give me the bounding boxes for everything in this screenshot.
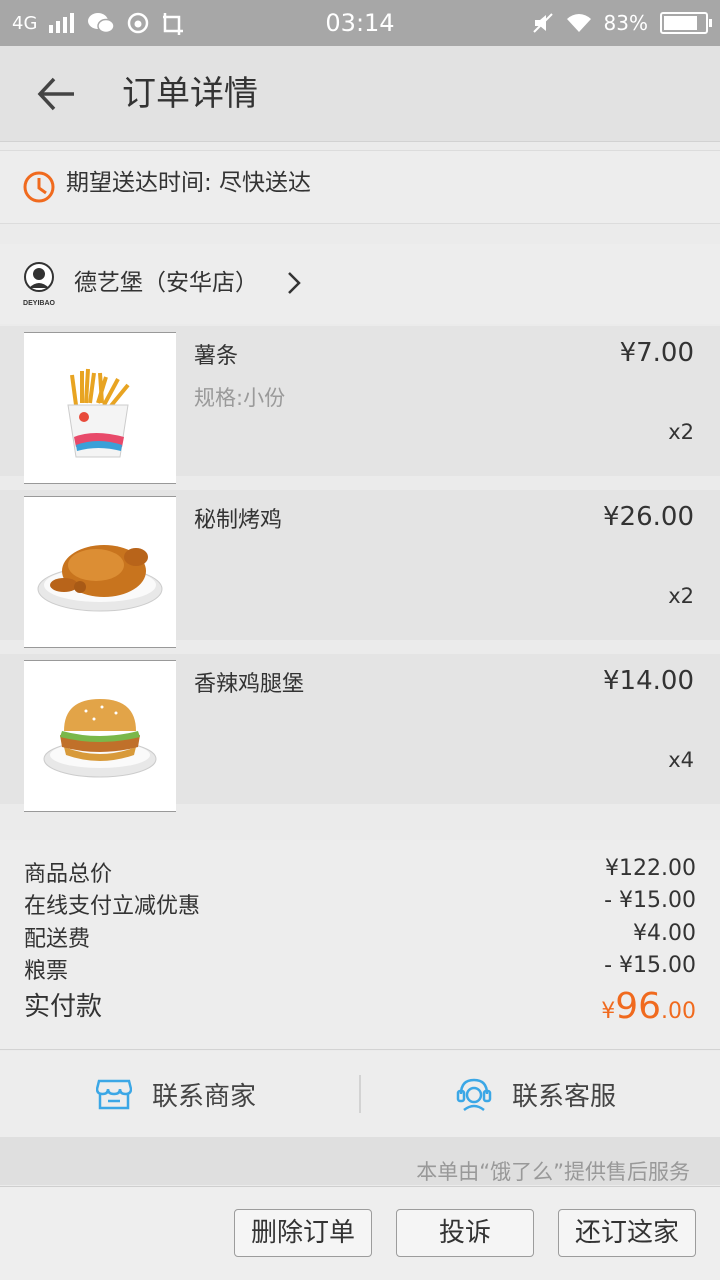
order-item[interactable]: 秘制烤鸡 ¥26.00 x2	[0, 490, 720, 648]
paid-decimal: .00	[661, 999, 696, 1024]
back-arrow-icon[interactable]	[34, 74, 78, 114]
goods-total-label: 商品总价	[24, 862, 113, 887]
delete-order-button[interactable]: 删除订单	[234, 1209, 372, 1257]
wifi-icon	[566, 14, 591, 32]
battery-level	[664, 16, 698, 30]
status-right: 83%	[532, 0, 712, 46]
page-title: 订单详情	[122, 74, 258, 114]
order-item[interactable]: 薯条 规格:小份 ¥7.00 x2	[0, 326, 720, 484]
item-quantity: x4	[668, 748, 694, 772]
shop-logo: DEYIBAO	[23, 262, 55, 307]
shop-row[interactable]: DEYIBAO 德艺堡（安华店）	[0, 244, 720, 324]
item-name: 薯条	[194, 344, 239, 369]
coupon-value: - ¥15.00	[604, 953, 696, 978]
reorder-button[interactable]: 还订这家	[558, 1209, 696, 1257]
clock-icon	[23, 171, 55, 203]
contact-merchant-button[interactable]: 联系商家	[96, 1051, 256, 1137]
customer-service-icon	[456, 1078, 492, 1112]
status-bar: 4G 03:14 83%	[0, 0, 720, 46]
complain-button[interactable]: 投诉	[396, 1209, 534, 1257]
item-quantity: x2	[668, 420, 694, 444]
shop-name[interactable]: 德艺堡（安华店）	[74, 244, 258, 324]
battery-percent: 83%	[603, 11, 648, 35]
delivery-time-row: 期望送达时间: 尽快送达	[0, 150, 720, 224]
discount-row: 在线支付立减优惠 - ¥15.00	[24, 888, 696, 920]
item-price: ¥26.00	[603, 502, 694, 532]
contact-bar: 联系商家 联系客服	[0, 1051, 720, 1137]
contact-merchant-label: 联系商家	[152, 1081, 257, 1112]
price-summary: 商品总价 ¥122.00 在线支付立减优惠 - ¥15.00 配送费 ¥4.00…	[0, 840, 720, 1050]
goods-total-row: 商品总价 ¥122.00	[24, 856, 696, 888]
battery-icon	[660, 12, 712, 34]
paid-value: ¥96.00	[601, 986, 696, 1027]
discount-label: 在线支付立减优惠	[24, 894, 201, 919]
fries-image	[24, 332, 176, 484]
order-item[interactable]: 香辣鸡腿堡 ¥14.00 x4	[0, 654, 720, 812]
contact-service-label: 联系客服	[512, 1081, 617, 1112]
after-sales-note: 本单由“饿了么”提供售后服务	[416, 1160, 690, 1184]
delivery-time-text: 期望送达时间: 尽快送达	[66, 170, 312, 196]
contact-divider	[359, 1075, 361, 1113]
item-name: 秘制烤鸡	[194, 508, 283, 533]
paid-integer: 96	[615, 986, 661, 1027]
shop-logo-text: DEYIBAO	[23, 300, 55, 307]
roast-chicken-image	[24, 496, 176, 648]
delivery-fee-label: 配送费	[24, 927, 91, 952]
delivery-fee-row: 配送费 ¥4.00	[24, 921, 696, 953]
paid-label: 实付款	[24, 992, 103, 1022]
item-quantity: x2	[668, 584, 694, 608]
paid-currency: ¥	[601, 999, 616, 1024]
coupon-row: 粮票 - ¥15.00	[24, 953, 696, 985]
item-spec: 规格:小份	[194, 386, 286, 410]
chicken-burger-image	[24, 660, 176, 812]
item-price: ¥14.00	[603, 666, 694, 696]
contact-service-button[interactable]: 联系客服	[456, 1051, 616, 1137]
paid-row: 实付款 ¥96.00	[24, 986, 696, 1036]
item-name: 香辣鸡腿堡	[194, 672, 305, 697]
coupon-label: 粮票	[24, 959, 69, 984]
goods-total-value: ¥122.00	[605, 856, 696, 881]
discount-value: - ¥15.00	[604, 888, 696, 913]
mute-icon	[532, 13, 553, 33]
action-bar: 删除订单 投诉 还订这家	[0, 1186, 720, 1280]
item-price: ¥7.00	[619, 338, 694, 368]
chevron-right-icon[interactable]	[286, 270, 302, 296]
delivery-fee-value: ¥4.00	[633, 921, 696, 946]
nav-bar: 订单详情	[0, 46, 720, 142]
store-icon	[96, 1079, 132, 1110]
